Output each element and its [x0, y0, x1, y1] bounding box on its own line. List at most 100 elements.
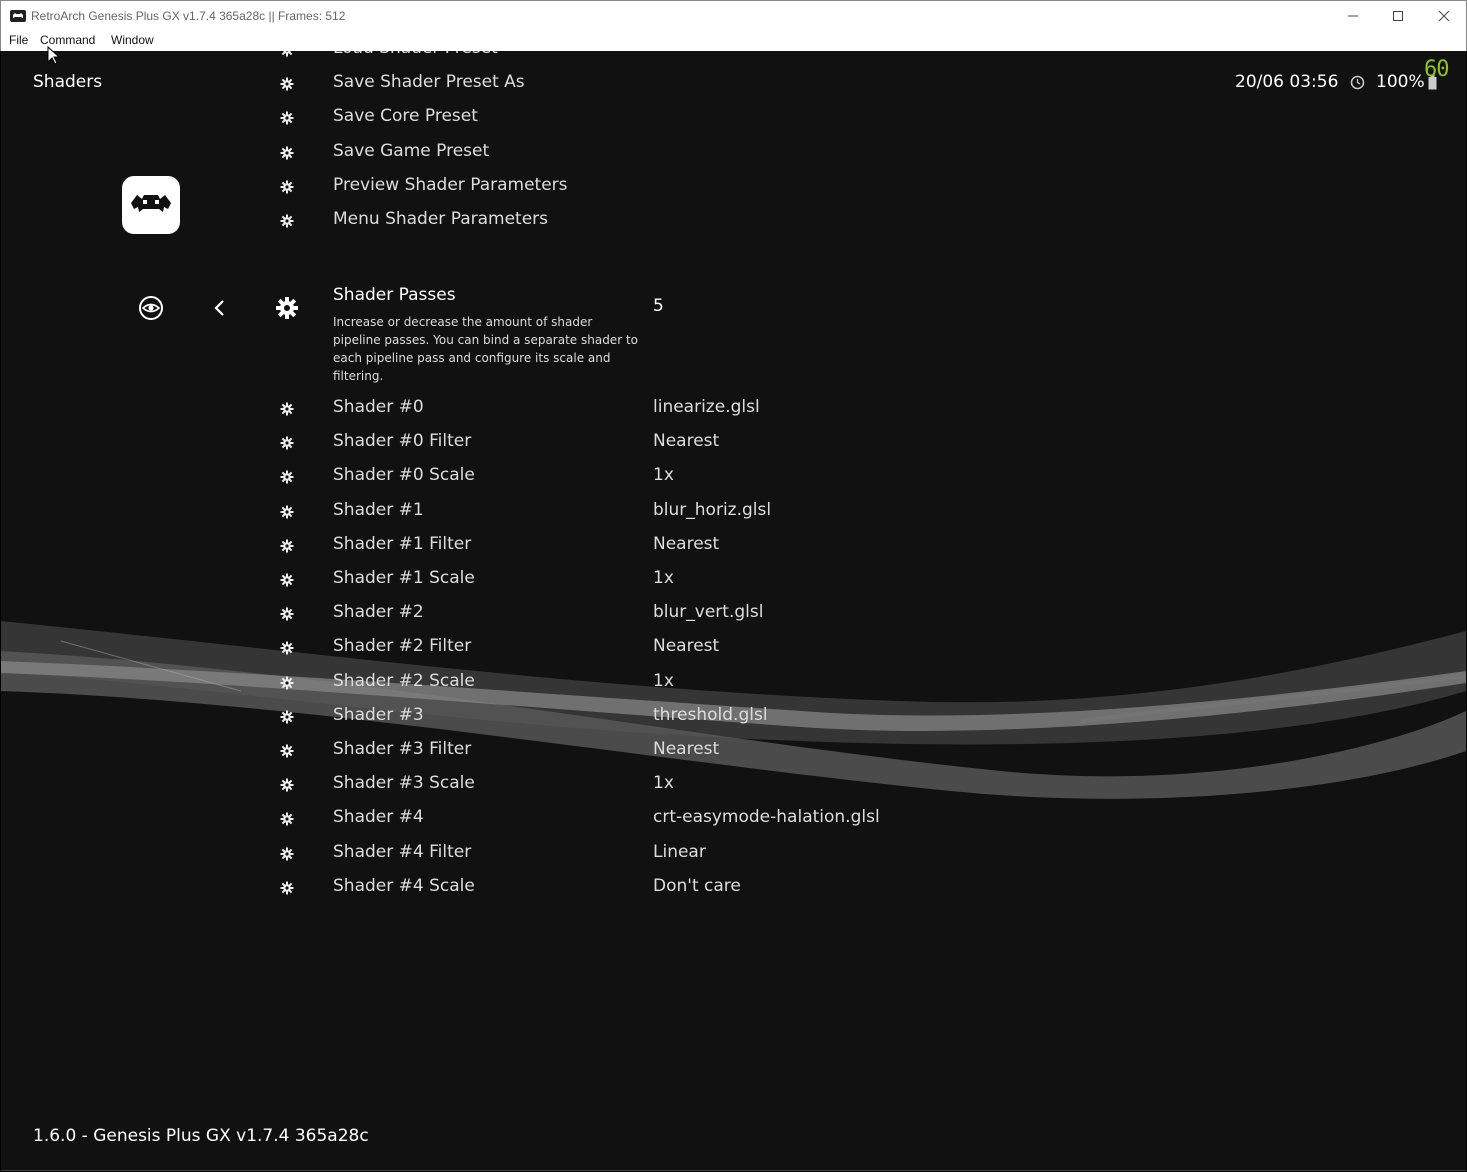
menu-item-label: Shader #0	[333, 397, 424, 417]
menu-item[interactable]: Shader #3 Scale 1x	[1, 769, 1201, 803]
menu-item-label: Shader #2 Filter	[333, 636, 472, 657]
menu-content: Shaders 20/06 03:56 100% 60 Save Shader …	[1, 51, 1466, 1171]
menu-item[interactable]: Shader #1 Filter Nearest	[1, 530, 1201, 564]
selected-item-value[interactable]: 5	[653, 296, 664, 316]
cog-icon	[280, 676, 294, 690]
menu-item[interactable]: Shader #2 blur_vert.glsl	[1, 598, 1201, 632]
menu-item[interactable]: Shader #1 blur_horiz.glsl	[1, 496, 1201, 530]
cog-icon	[280, 214, 294, 228]
menu-item-label: Shader #1 Filter	[333, 533, 472, 554]
menu-item-label: Preview Shader Parameters	[333, 174, 568, 195]
menu-item-label: Shader #1 Scale	[333, 568, 475, 588]
cog-icon	[280, 436, 294, 450]
cog-icon	[281, 51, 293, 57]
menu-item-label: Shader #2	[333, 602, 424, 623]
menu-item[interactable]: Shader #2 Scale 1x	[1, 667, 1201, 701]
maximize-icon	[1393, 11, 1403, 21]
cog-icon	[280, 881, 294, 895]
menu-item[interactable]: Shader #0 Filter Nearest	[1, 427, 1201, 461]
menu-item-value: Nearest	[653, 431, 720, 452]
menu-item-value: 1x	[653, 670, 674, 691]
menu-item-label: Save Core Preset	[333, 106, 478, 127]
cog-icon	[280, 505, 294, 519]
menu-item[interactable]: Shader #4 crt-easymode-halation.glsl	[1, 803, 1201, 837]
menu-item-value: Don't care	[653, 875, 741, 896]
menu-bar: File Command Window	[0, 30, 1467, 51]
cog-icon	[280, 402, 294, 416]
menu-item-value: threshold.glsl	[653, 704, 768, 725]
menu-item-label: Shader #3	[333, 704, 424, 725]
menu-item[interactable]: Save Shader Preset As	[1, 68, 1201, 102]
datetime: 20/06 03:56	[1235, 72, 1339, 92]
menu-item-value: 1x	[653, 773, 674, 794]
menu-window[interactable]: Window	[111, 33, 154, 47]
menu-item-value: blur_vert.glsl	[653, 602, 764, 623]
cog-icon	[280, 180, 294, 194]
menu-item[interactable]: Load Shader Preset	[1, 51, 1201, 68]
menu-item-label: Save Shader Preset As	[333, 72, 525, 93]
cog-icon	[280, 847, 294, 861]
menu-item-label: Shader #3 Scale	[333, 773, 475, 794]
cog-icon	[280, 710, 294, 724]
menu-item[interactable]: Shader #4 Scale Don't care	[1, 872, 1201, 906]
eye-icon[interactable]	[138, 296, 164, 320]
menu-item-value: Nearest	[653, 636, 720, 657]
cog-icon	[280, 744, 294, 758]
menu-item-value: linearize.glsl	[653, 397, 760, 417]
menu-item-value: Nearest	[653, 739, 720, 759]
cog-icon	[280, 607, 294, 621]
settings-gear-icon	[276, 297, 298, 319]
menu-item-label: Shader #4 Filter	[333, 841, 472, 862]
menu-item-label: Load Shader Preset	[333, 51, 498, 58]
cog-icon	[280, 641, 294, 655]
fps-counter: 60	[1424, 57, 1449, 82]
cog-icon	[280, 573, 294, 587]
cog-icon	[280, 77, 294, 91]
menu-item[interactable]: Shader #0 linearize.glsl	[1, 393, 1201, 427]
selected-item-description: Increase or decrease the amount of shade…	[333, 315, 638, 383]
menu-item-value: Linear	[653, 841, 706, 862]
core-version: 1.6.0 - Genesis Plus GX v1.7.4 365a28c	[33, 1126, 369, 1146]
cog-icon	[280, 146, 294, 160]
menu-item[interactable]: Preview Shader Parameters	[1, 171, 1201, 205]
menu-item-label: Save Game Preset	[333, 140, 490, 161]
menu-item[interactable]: Shader #3 Filter Nearest	[1, 735, 1201, 769]
menu-item-label: Shader #4 Scale	[333, 875, 475, 896]
menu-item-label: Shader #0 Filter	[333, 431, 472, 452]
window-titlebar: RetroArch Genesis Plus GX v1.7.4 365a28c…	[0, 0, 1467, 30]
menu-item-label: Shader #1	[333, 499, 424, 520]
menu-command[interactable]: Command	[40, 33, 95, 47]
menu-item-label: Shader #4	[333, 807, 424, 828]
menu-item[interactable]: Save Core Preset	[1, 102, 1201, 136]
close-button[interactable]	[1421, 1, 1467, 31]
cog-icon	[280, 539, 294, 553]
menu-item-label: Shader #2 Scale	[333, 670, 475, 691]
menu-item[interactable]: Shader #1 Scale 1x	[1, 564, 1201, 598]
menu-item-label: Menu Shader Parameters	[333, 209, 549, 229]
mouse-cursor-icon	[47, 46, 61, 65]
menu-item[interactable]: Shader #0 Scale 1x	[1, 461, 1201, 495]
cog-icon	[280, 111, 294, 125]
menu-item[interactable]: Save Game Preset	[1, 137, 1201, 171]
minimize-button[interactable]	[1330, 1, 1376, 31]
selected-item-label[interactable]: Shader Passes	[333, 285, 456, 305]
menu-item[interactable]: Shader #3 threshold.glsl	[1, 701, 1201, 735]
menu-item[interactable]: Menu Shader Parameters	[1, 205, 1201, 239]
back-arrow-icon[interactable]	[212, 299, 226, 317]
menu-item-value: 1x	[653, 568, 674, 588]
cog-icon	[280, 470, 294, 484]
menu-item-value: crt-easymode-halation.glsl	[653, 807, 880, 828]
menu-item-value: 1x	[653, 465, 674, 486]
menu-item-label: Shader #3 Filter	[333, 739, 472, 759]
cog-icon	[280, 812, 294, 826]
menu-item[interactable]: Shader #4 Filter Linear	[1, 838, 1201, 872]
menu-item-value: Nearest	[653, 533, 720, 554]
window-title: RetroArch Genesis Plus GX v1.7.4 365a28c…	[31, 9, 346, 23]
menu-file[interactable]: File	[9, 33, 28, 47]
menu-item-label: Shader #0 Scale	[333, 465, 475, 486]
cog-icon	[280, 778, 294, 792]
close-icon	[1438, 10, 1450, 22]
maximize-button[interactable]	[1375, 1, 1421, 31]
menu-item[interactable]: Shader #2 Filter Nearest	[1, 632, 1201, 666]
clock-icon	[1350, 75, 1365, 90]
